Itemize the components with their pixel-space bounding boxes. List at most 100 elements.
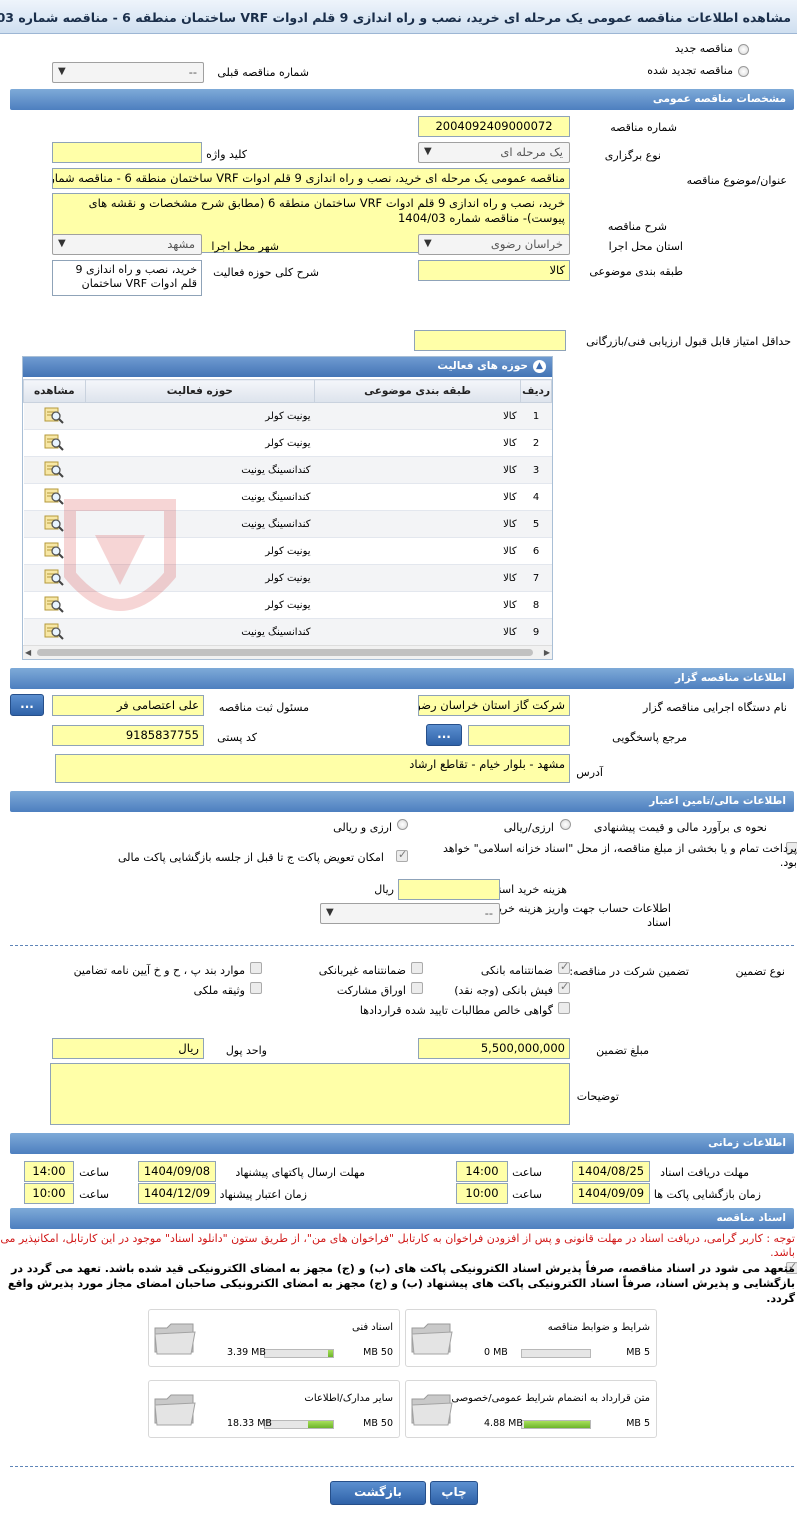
guarantee-label: تضمین شرکت در مناقصه: — [569, 965, 689, 978]
magnify-icon[interactable] — [44, 514, 64, 532]
ref-field[interactable] — [468, 725, 570, 746]
category-field[interactable]: کالا — [418, 260, 570, 281]
horizontal-scrollbar[interactable]: ◀ ▶ — [23, 645, 552, 659]
ref-more-button[interactable]: ... — [426, 724, 462, 746]
bank-receipt-checkbox[interactable] — [558, 980, 570, 994]
property-checkbox[interactable] — [250, 982, 262, 994]
account-select[interactable]: -- ▼ — [320, 903, 500, 924]
city-select[interactable]: مشهد ▼ — [52, 234, 202, 255]
notes-field[interactable] — [50, 1063, 570, 1125]
valid-time-field[interactable]: 10:00 — [24, 1183, 74, 1204]
valid-date-field[interactable]: 1404/12/09 — [138, 1183, 216, 1204]
back-button[interactable]: بازگشت — [330, 1481, 426, 1505]
row-num: 3 — [520, 456, 552, 484]
receive-date-field[interactable]: 1404/08/25 — [572, 1161, 650, 1182]
row-area: کندانسینگ یونیت — [85, 456, 315, 484]
keyword-field[interactable] — [52, 142, 202, 163]
magnify-icon[interactable] — [44, 460, 64, 478]
resp-more-button[interactable]: ... — [10, 694, 44, 716]
doc-card-used: 4.88 MB — [484, 1418, 523, 1429]
estimate-label: نحوه ی برآورد مالی و قیمت پیشنهادی — [593, 821, 767, 834]
scope-field[interactable]: خرید، نصب و راه اندازی 9 قلم ادوات VRF س… — [52, 260, 202, 296]
open-date-field[interactable]: 1404/09/09 — [572, 1183, 650, 1204]
scroll-left-arrow[interactable]: ◀ — [25, 648, 31, 657]
magnify-icon[interactable] — [44, 568, 64, 586]
folder-icon — [154, 1394, 196, 1426]
receive-time-field[interactable]: 14:00 — [456, 1161, 508, 1182]
tender-type-select[interactable]: یک مرحله ای ▼ — [418, 142, 570, 163]
amount-field[interactable]: 5,500,000,000 — [418, 1038, 570, 1059]
view-cell — [23, 510, 86, 538]
row-area: کندانسینگ یونیت — [85, 483, 315, 511]
radio-renewed-tender[interactable] — [738, 66, 749, 77]
radio-fx-label: ارزی و ریالی — [333, 821, 392, 834]
send-time-field[interactable]: 14:00 — [24, 1161, 74, 1182]
scroll-right-arrow[interactable]: ▶ — [544, 648, 550, 657]
radio-fx[interactable] — [397, 819, 408, 830]
row-area: کندانسینگ یونیت — [85, 618, 315, 646]
radio-rial[interactable] — [560, 819, 571, 830]
doc-progress-fill — [524, 1421, 590, 1428]
magnify-icon[interactable] — [44, 406, 64, 424]
collapse-icon[interactable]: ▲ — [533, 360, 546, 373]
doc-card-max: 5 MB — [626, 1347, 650, 1358]
org-field[interactable]: شرکت گاز استان خراسان رضوی — [418, 695, 570, 716]
chevron-down-icon: ▼ — [326, 907, 334, 918]
row-category: کالا — [314, 564, 521, 592]
row-category: کالا — [314, 483, 521, 511]
address-field[interactable]: مشهد - بلوار خیام - تقاطع ارشاد — [55, 754, 570, 783]
tender-desc-label: شرح مناقصه — [607, 220, 667, 233]
prev-number-label: شماره مناقصه قبلی — [217, 66, 309, 79]
bank-guarantee-checkbox[interactable] — [558, 960, 570, 974]
province-select[interactable]: خراسان رضوی ▼ — [418, 234, 570, 255]
timing-section-header: اطلاعات زمانی — [10, 1133, 794, 1154]
chevron-down-icon: ▼ — [424, 238, 432, 249]
organizer-section-header: اطلاعات مناقصه گزار — [10, 668, 794, 689]
open-time-field[interactable]: 10:00 — [456, 1183, 508, 1204]
amount-label: مبلغ تضمین — [596, 1044, 649, 1057]
print-button[interactable]: چاپ — [430, 1481, 478, 1505]
clauses-checkbox[interactable] — [250, 962, 262, 974]
magnify-icon[interactable] — [44, 487, 64, 505]
magnify-icon[interactable] — [44, 433, 64, 451]
currency-field[interactable]: ریال — [52, 1038, 204, 1059]
view-cell — [23, 564, 86, 592]
postal-field[interactable]: 9185837755 — [52, 725, 204, 746]
swap-checkbox[interactable] — [396, 848, 408, 862]
doc-card-title: متن قرارداد به انضمام شرایط عمومی/خصوصی — [451, 1393, 650, 1404]
min-score-field[interactable] — [414, 330, 566, 351]
doc-cost-field[interactable] — [398, 879, 500, 900]
dashed-divider — [10, 1466, 794, 1467]
resp-field[interactable]: علی اعتصامی فر — [52, 695, 204, 716]
doc-progress-bar — [521, 1349, 591, 1358]
magnify-icon[interactable] — [44, 541, 64, 559]
doc-card[interactable]: متن قرارداد به انضمام شرایط عمومی/خصوصی 5… — [405, 1380, 657, 1438]
send-date-field[interactable]: 1404/09/08 — [138, 1161, 216, 1182]
valid-label: زمان اعتبار پیشنهاد — [219, 1188, 307, 1201]
view-cell — [23, 429, 86, 457]
claims-checkbox[interactable] — [558, 1002, 570, 1014]
table-row: 3 کالا کندانسینگ یونیت — [23, 456, 552, 484]
doc-progress-bar — [264, 1349, 334, 1358]
doc-card[interactable]: شرایط و ضوابط مناقصه 5 MB 0 MB — [405, 1309, 657, 1367]
address-label: آدرس — [576, 766, 603, 779]
folder-icon — [411, 1323, 453, 1355]
tender-number-label: شماره مناقصه — [610, 121, 677, 134]
tender-number-field[interactable]: 2004092409000072 — [418, 116, 570, 137]
chevron-down-icon: ▼ — [424, 146, 432, 157]
scroll-thumb[interactable] — [37, 649, 533, 656]
magnify-icon[interactable] — [44, 622, 64, 640]
magnify-icon[interactable] — [44, 595, 64, 613]
table-row: 7 کالا یونیت کولر — [23, 564, 552, 592]
non-bank-checkbox[interactable] — [411, 962, 423, 974]
radio-new-tender[interactable] — [738, 44, 749, 55]
row-area: کندانسینگ یونیت — [85, 510, 315, 538]
doc-card-used: 18.33 MB — [227, 1418, 272, 1429]
bonds-checkbox[interactable] — [411, 982, 423, 994]
doc-card[interactable]: اسناد فنی 50 MB 3.39 MB — [148, 1309, 400, 1367]
prev-number-select[interactable]: -- ▼ — [52, 62, 204, 83]
radio-new-tender-label: مناقصه جدید — [674, 42, 733, 55]
non-bank-label: ضمانتنامه غیربانکی — [318, 964, 406, 977]
tender-title-field[interactable]: مناقصه عمومی یک مرحله ای خرید، نصب و راه… — [52, 168, 570, 189]
doc-card[interactable]: سایر مدارک/اطلاعات 50 MB 18.33 MB — [148, 1380, 400, 1438]
